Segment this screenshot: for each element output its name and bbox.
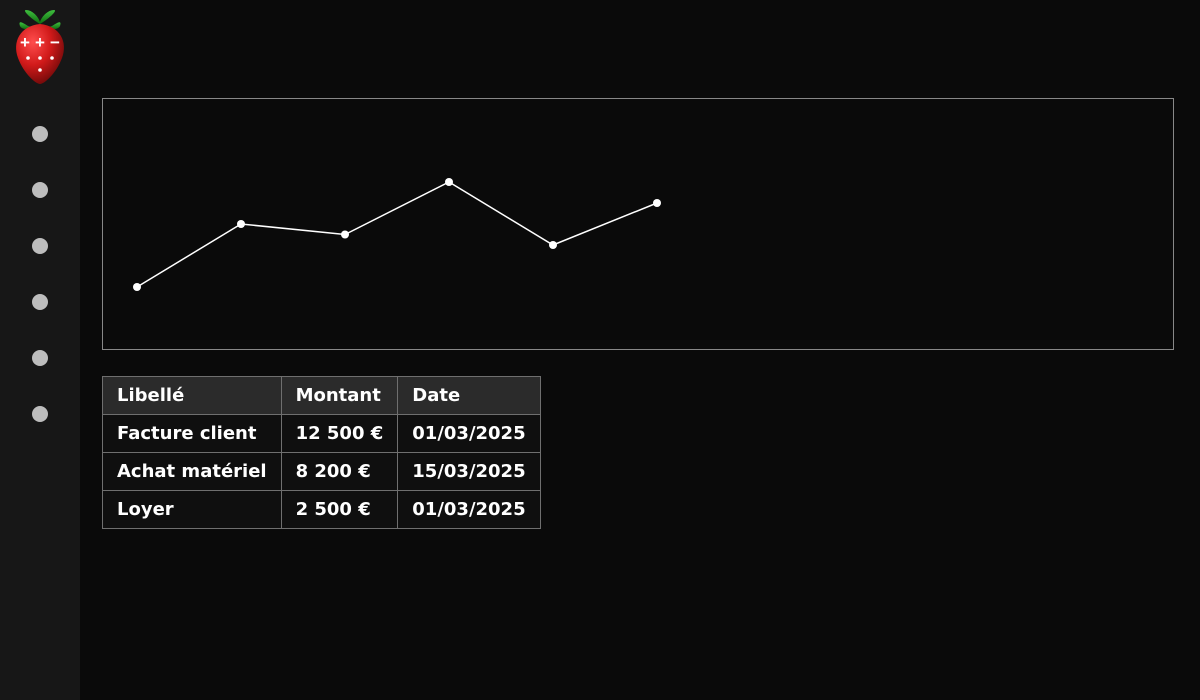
line-chart xyxy=(117,109,677,339)
svg-text:−: − xyxy=(50,33,60,52)
nav-item-3[interactable] xyxy=(32,294,48,310)
nav-item-2[interactable] xyxy=(32,238,48,254)
nav-item-0[interactable] xyxy=(32,126,48,142)
svg-text:+: + xyxy=(35,33,45,52)
cell-amount: 12 500 € xyxy=(281,415,398,453)
chart-point xyxy=(237,220,245,228)
nav-item-5[interactable] xyxy=(32,406,48,422)
cell-label: Loyer xyxy=(103,491,282,529)
cell-date: 15/03/2025 xyxy=(398,453,540,491)
transactions-table: Libellé Montant Date Facture client12 50… xyxy=(102,376,541,529)
col-date: Date xyxy=(398,377,540,415)
chart-card xyxy=(102,98,1174,350)
logo-strawberry-icon: + + − xyxy=(8,8,72,86)
cell-date: 01/03/2025 xyxy=(398,415,540,453)
main-content: Libellé Montant Date Facture client12 50… xyxy=(80,0,1200,700)
table-row[interactable]: Loyer2 500 €01/03/2025 xyxy=(103,491,541,529)
chart-line xyxy=(137,182,657,287)
table-row[interactable]: Achat matériel8 200 €15/03/2025 xyxy=(103,453,541,491)
col-label: Libellé xyxy=(103,377,282,415)
col-amount: Montant xyxy=(281,377,398,415)
table-row[interactable]: Facture client12 500 €01/03/2025 xyxy=(103,415,541,453)
nav-item-1[interactable] xyxy=(32,182,48,198)
table-header-row: Libellé Montant Date xyxy=(103,377,541,415)
svg-text:+: + xyxy=(20,33,30,52)
cell-amount: 8 200 € xyxy=(281,453,398,491)
chart-point xyxy=(445,178,453,186)
cell-label: Achat matériel xyxy=(103,453,282,491)
cell-date: 01/03/2025 xyxy=(398,491,540,529)
chart-point xyxy=(133,283,141,291)
chart-point xyxy=(341,231,349,239)
nav-item-4[interactable] xyxy=(32,350,48,366)
chart-point xyxy=(549,241,557,249)
cell-label: Facture client xyxy=(103,415,282,453)
cell-amount: 2 500 € xyxy=(281,491,398,529)
chart-point xyxy=(653,199,661,207)
sidebar: + + − xyxy=(0,0,80,700)
